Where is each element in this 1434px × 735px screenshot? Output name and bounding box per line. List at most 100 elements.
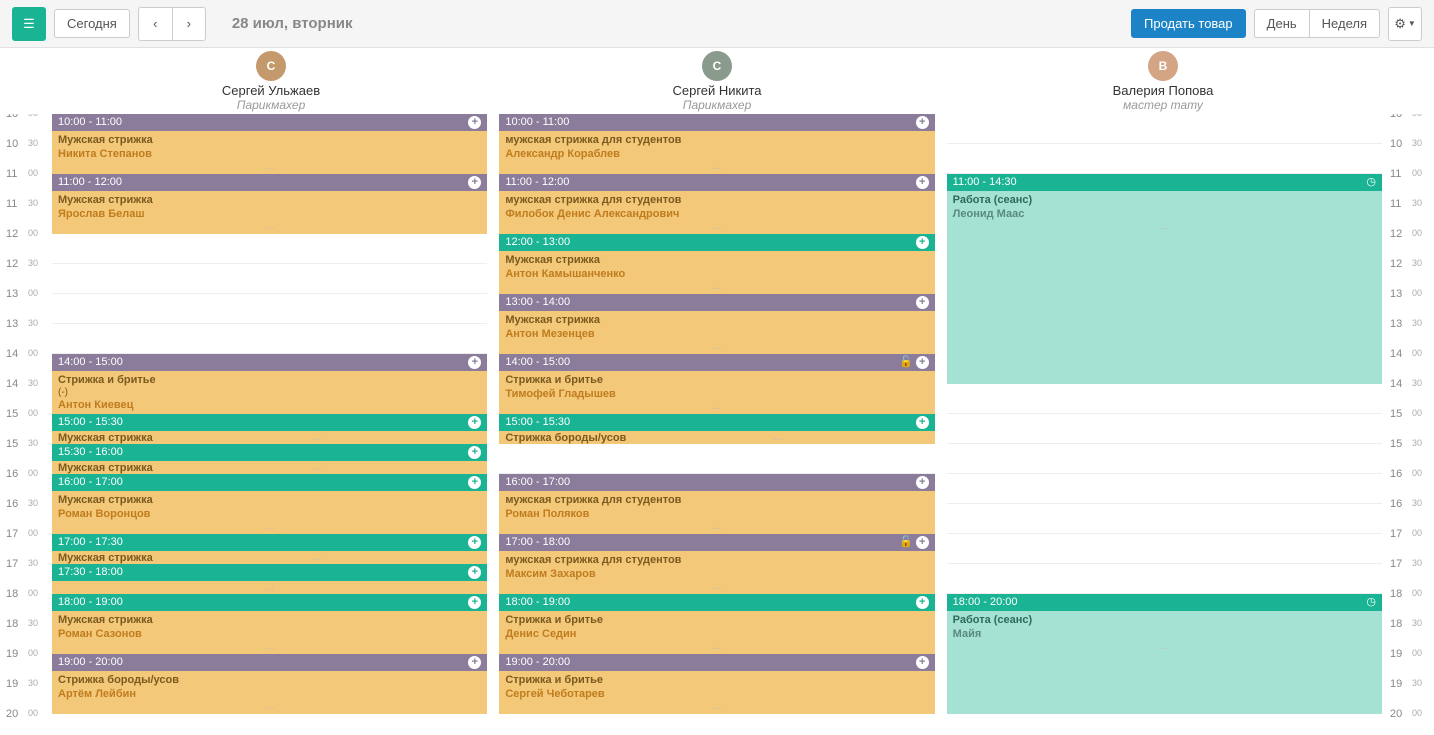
plus-circle-icon[interactable]: + — [468, 596, 481, 609]
appointment[interactable]: 11:00 - 14:30 ◷ Работа (сеанс) Леонид Ма… — [947, 174, 1382, 384]
plus-circle-icon[interactable]: + — [468, 446, 481, 459]
appointment[interactable]: 18:00 - 19:00 + Мужская стрижка Роман Са… — [52, 594, 487, 654]
appointment-service: Работа (сеанс) — [953, 193, 1376, 207]
unlock-icon: 🔓 — [899, 534, 913, 551]
time-min: 00 — [28, 288, 38, 298]
staff-column[interactable]: 10:00 - 11:00 + Мужская стрижка Никита С… — [52, 114, 487, 734]
appointment-header: 19:00 - 20:00 + — [52, 654, 487, 671]
staff-header[interactable]: С Сергей Никита Парикмахер — [494, 48, 940, 114]
appointment[interactable]: 17:00 - 18:00 🔓+ мужская стрижка для сту… — [499, 534, 934, 594]
staff-column[interactable]: 10:00 - 11:00 + мужская стрижка для студ… — [499, 114, 934, 734]
time-hour: 19 — [1390, 648, 1402, 660]
appointment-service: Мужская стрижка — [58, 133, 481, 147]
time-min: 00 — [28, 114, 38, 118]
appointment[interactable]: 13:00 - 14:00 + Мужская стрижка Антон Ме… — [499, 294, 934, 354]
time-min: 00 — [1412, 228, 1422, 238]
time-min: 00 — [1412, 348, 1422, 358]
plus-circle-icon[interactable]: + — [468, 536, 481, 549]
appointment[interactable]: 14:00 - 15:00 + Стрижка и бритье (-) Ант… — [52, 354, 487, 414]
appointment[interactable]: 19:00 - 20:00 + Стрижка и бритье Сергей … — [499, 654, 934, 714]
plus-circle-icon[interactable]: + — [468, 476, 481, 489]
time-min: 30 — [1412, 138, 1422, 148]
appointment[interactable]: 14:00 - 15:00 🔓+ Стрижка и бритье Тимофе… — [499, 354, 934, 414]
time-hour: 13 — [6, 318, 18, 330]
appointment-time: 11:00 - 12:00 — [58, 174, 122, 191]
appointment[interactable]: 19:00 - 20:00 + Стрижка бороды/усов Артё… — [52, 654, 487, 714]
time-hour: 13 — [1390, 318, 1402, 330]
day-view-button[interactable]: День — [1254, 9, 1309, 38]
plus-circle-icon[interactable]: + — [916, 476, 929, 489]
staff-role: мастер тату — [1123, 98, 1203, 112]
appointment[interactable]: 15:00 - 15:30 + Мужская стрижка ... — [52, 414, 487, 444]
time-min: 00 — [1412, 408, 1422, 418]
appointment-service: Стрижка и бритье — [58, 373, 481, 387]
next-button[interactable]: › — [172, 7, 206, 41]
time-min: 00 — [1412, 588, 1422, 598]
week-view-button[interactable]: Неделя — [1309, 9, 1380, 38]
appointment[interactable]: 15:00 - 15:30 + Стрижка бороды/усов ... — [499, 414, 934, 444]
plus-circle-icon[interactable]: + — [468, 416, 481, 429]
appointment-service: мужская стрижка для студентов — [505, 493, 928, 507]
appointment-time: 10:00 - 11:00 — [58, 114, 122, 131]
plus-circle-icon[interactable]: + — [916, 656, 929, 669]
toolbar: ☰ Сегодня ‹ › 28 июл, вторник Продать то… — [0, 0, 1434, 48]
sell-button[interactable]: Продать товар — [1131, 9, 1246, 38]
staff-column[interactable]: 11:00 - 14:30 ◷ Работа (сеанс) Леонид Ма… — [947, 114, 1382, 734]
plus-circle-icon[interactable]: + — [468, 176, 481, 189]
time-hour: 10 — [1390, 138, 1402, 150]
appointment[interactable]: 10:00 - 11:00 + Мужская стрижка Никита С… — [52, 114, 487, 174]
appointment[interactable]: 10:00 - 11:00 + мужская стрижка для студ… — [499, 114, 934, 174]
plus-circle-icon[interactable]: + — [468, 116, 481, 129]
appointment-client: Роман Сазонов — [58, 627, 481, 641]
prev-button[interactable]: ‹ — [138, 7, 172, 41]
plus-circle-icon[interactable]: + — [468, 656, 481, 669]
appointment[interactable]: 11:00 - 12:00 + Мужская стрижка Ярослав … — [52, 174, 487, 234]
appointment[interactable]: 11:00 - 12:00 + мужская стрижка для студ… — [499, 174, 934, 234]
settings-button[interactable]: ⚙▼ — [1388, 7, 1422, 41]
appointment-client: Филобок Денис Александрович — [505, 207, 928, 221]
appointment-time: 15:00 - 15:30 — [58, 414, 123, 431]
plus-circle-icon[interactable]: + — [916, 116, 929, 129]
appointment-time: 14:00 - 15:00 — [505, 354, 570, 371]
time-min: 30 — [1412, 198, 1422, 208]
staff-header[interactable]: В Валерия Попова мастер тату — [940, 48, 1386, 114]
plus-circle-icon[interactable]: + — [916, 236, 929, 249]
plus-circle-icon[interactable]: + — [916, 596, 929, 609]
appointment[interactable]: 17:30 - 18:00 + ... — [52, 564, 487, 594]
time-hour: 14 — [6, 348, 18, 360]
appointment-header: 17:30 - 18:00 + — [52, 564, 487, 581]
menu-button[interactable]: ☰ — [12, 7, 46, 41]
avatar: С — [256, 51, 286, 81]
plus-circle-icon[interactable]: + — [916, 416, 929, 429]
staff-role: Парикмахер — [683, 98, 752, 112]
time-hour: 17 — [6, 528, 18, 540]
appointment-header: 17:00 - 17:30 + — [52, 534, 487, 551]
appointment[interactable]: 16:00 - 17:00 + Мужская стрижка Роман Во… — [52, 474, 487, 534]
time-min: 00 — [28, 708, 38, 718]
nav-group: ‹ › — [138, 7, 206, 41]
staff-header[interactable]: С Сергей Ульжаев Парикмахер — [48, 48, 494, 114]
time-min: 30 — [28, 378, 38, 388]
appointment-header: 15:00 - 15:30 + — [499, 414, 934, 431]
today-button[interactable]: Сегодня — [54, 9, 130, 38]
appointment[interactable]: 18:00 - 19:00 + Стрижка и бритье Денис С… — [499, 594, 934, 654]
time-min: 00 — [1412, 468, 1422, 478]
staff-name: Сергей Никита — [672, 83, 761, 98]
time-min: 00 — [28, 468, 38, 478]
appointment-time: 16:00 - 17:00 — [58, 474, 123, 491]
plus-circle-icon[interactable]: + — [916, 296, 929, 309]
appointment[interactable]: 15:30 - 16:00 + Мужская стрижка ... — [52, 444, 487, 474]
appointment-service: Стрижка и бритье — [505, 673, 928, 687]
appointment[interactable]: 16:00 - 17:00 + мужская стрижка для студ… — [499, 474, 934, 534]
appointment[interactable]: 17:00 - 17:30 + Мужская стрижка ... — [52, 534, 487, 564]
appointment-header: 11:00 - 12:00 + — [52, 174, 487, 191]
plus-circle-icon[interactable]: + — [468, 566, 481, 579]
plus-circle-icon[interactable]: + — [916, 176, 929, 189]
appointment[interactable]: 12:00 - 13:00 + Мужская стрижка Антон Ка… — [499, 234, 934, 294]
appointment-service: Мужская стрижка — [505, 313, 928, 327]
plus-circle-icon[interactable]: + — [916, 356, 929, 369]
plus-circle-icon[interactable]: + — [916, 536, 929, 549]
appointment-header: 11:00 - 12:00 + — [499, 174, 934, 191]
appointment[interactable]: 18:00 - 20:00 ◷ Работа (сеанс) Майя ... — [947, 594, 1382, 714]
plus-circle-icon[interactable]: + — [468, 356, 481, 369]
